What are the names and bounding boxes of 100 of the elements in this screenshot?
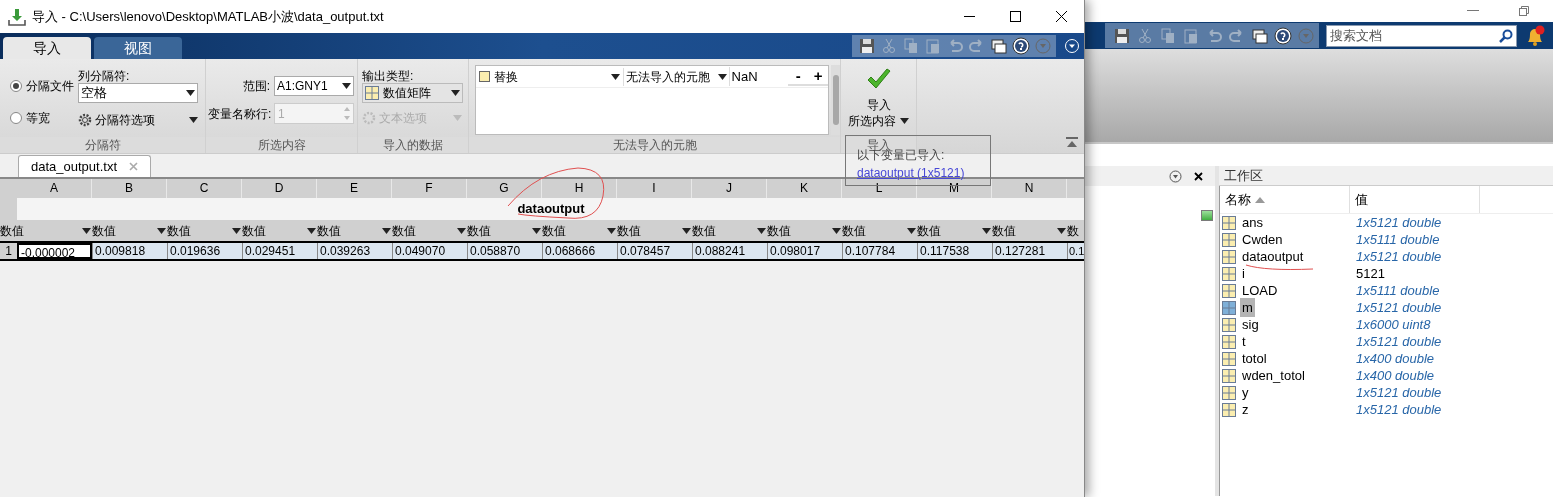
column-type-dropdown[interactable]: 数值 [542,220,617,241]
column-type-dropdown[interactable]: 数值 [917,220,992,241]
table-cell[interactable]: 0.107784 [842,243,917,259]
column-type-dropdown[interactable]: 数值 [842,220,917,241]
caret-icon [232,227,241,234]
group-label: 无法导入的元胞 [469,137,840,153]
column-type-dropdown[interactable]: 数值 [992,220,1067,241]
matrix-icon [1222,283,1236,298]
variable-value: 1x5111 double [1355,281,1440,300]
variable-value: 1x5111 double [1355,230,1440,249]
scrollbar [831,65,840,135]
action-dropdown[interactable]: 替换 [476,67,624,86]
caret-icon [611,73,621,80]
caret-icon [457,227,466,234]
matrix-icon [1222,385,1236,400]
dropdown-icon[interactable] [1169,169,1182,183]
radio-button[interactable]: 分隔文件 [10,77,78,95]
column-type-dropdown[interactable]: 数值 [317,220,392,241]
caret-icon [382,227,391,234]
column-type-dropdown[interactable]: 数值 [242,220,317,241]
delimiter-dropdown[interactable]: 空格 [78,83,198,103]
range-dropdown[interactable]: A1:GNY1 [274,76,354,96]
group-label: 所选内容 [206,137,357,153]
caret-icon [186,90,195,96]
table-cell[interactable]: 0.019636 [167,243,242,259]
table-cell[interactable]: 0.127281 [992,243,1067,259]
variable-name[interactable]: m [1240,297,1255,318]
gear-icon [78,113,92,127]
table-cell[interactable]: 0.039263 [317,243,392,259]
column-type-dropdown[interactable]: 数值 [617,220,692,241]
table-cell[interactable]: 0.1 [1067,243,1084,259]
column-type-dropdown[interactable]: 数值 [767,220,842,241]
restore-icon[interactable] [1519,6,1529,16]
table-cell[interactable]: 0.088241 [692,243,767,259]
column-header[interactable]: 名称 [1220,186,1350,213]
rule-button[interactable]: + [808,67,828,86]
field-label: 列分隔符: [78,68,131,83]
table-cell[interactable]: 0.058870 [467,243,542,259]
table-cell[interactable]: 0.078457 [617,243,692,259]
target-dropdown[interactable]: 无法导入的元胞 [623,67,729,86]
search-icon[interactable] [1499,28,1513,43]
variable-link[interactable]: dataoutput (1x5121) [857,164,979,182]
column-header[interactable]: 值 [1350,186,1480,213]
windows-icon[interactable] [990,37,1008,55]
collapse-icon[interactable] [1066,137,1078,147]
close-icon [1055,11,1067,22]
variable-value: 1x5121 double [1355,383,1442,402]
matrix-icon [1222,215,1236,230]
row-header: 1 [4,243,13,259]
variable-value: 5121 [1355,264,1385,283]
maximize-icon [1009,11,1021,22]
variable-name-header[interactable]: dataoutput [517,199,585,219]
caret-icon [982,227,991,234]
matrix-icon [1222,317,1236,332]
search-field[interactable]: 搜索文档 [1326,24,1517,47]
column-type-dropdown[interactable]: 数值 [467,220,542,241]
table-cell[interactable]: 0.098017 [767,243,842,259]
column-type-dropdown[interactable]: 数值 [0,220,92,241]
import-button[interactable]: 导入 所选内容 [848,97,909,129]
minimize-icon[interactable] [1467,10,1479,12]
caret-icon [532,227,541,234]
table-cell[interactable]: -0.000002 [17,243,92,259]
variable-value: 1x5121 double [1355,400,1442,419]
status-indicator [1201,210,1213,221]
caret-icon [342,83,351,89]
variable-value: 1x5121 double [1355,332,1442,351]
caret-icon [607,227,616,234]
caret-icon [307,227,316,234]
bell-icon[interactable] [1525,24,1545,47]
document-tab[interactable]: data_output.txt [18,155,151,177]
save-icon[interactable] [858,37,876,55]
table-cell[interactable]: 0.068666 [542,243,617,259]
table-cell[interactable]: 0.009818 [92,243,167,259]
help-icon[interactable] [1274,26,1292,45]
column-type-dropdown[interactable]: 数值 [167,220,242,241]
clipboard-icon[interactable] [924,37,942,55]
matrix-icon [1222,300,1236,315]
caret-icon [717,73,727,80]
value-field[interactable]: NaN [728,66,789,87]
windows-icon[interactable] [1251,26,1269,45]
output-type-dropdown[interactable]: 数值矩阵 [362,83,463,103]
table-cell[interactable]: 0.117538 [917,243,992,259]
column-type-dropdown[interactable]: 数 [1067,220,1084,241]
field-label: 输出类型: [362,68,415,83]
table-cell[interactable]: 0.049070 [392,243,467,259]
radio-button[interactable]: 等宽 [10,109,78,127]
column-type-dropdown[interactable]: 数值 [692,220,767,241]
table-cell[interactable]: 0.029451 [242,243,317,259]
help-icon[interactable] [1012,37,1030,55]
clipboard-icon[interactable] [1182,26,1200,45]
ribbon-tab[interactable]: 导入 [3,37,91,59]
variable-value: 1x5121 double [1355,213,1442,232]
ribbon-tab[interactable]: 视图 [94,37,182,59]
close-icon[interactable] [1194,171,1203,181]
column-type-dropdown[interactable]: 数值 [92,220,167,241]
rule-button[interactable]: - [788,67,809,86]
options-button[interactable]: 分隔符选项 [78,111,198,129]
save-icon[interactable] [1113,26,1131,45]
column-type-dropdown[interactable]: 数值 [392,220,467,241]
caret-icon [157,227,166,234]
